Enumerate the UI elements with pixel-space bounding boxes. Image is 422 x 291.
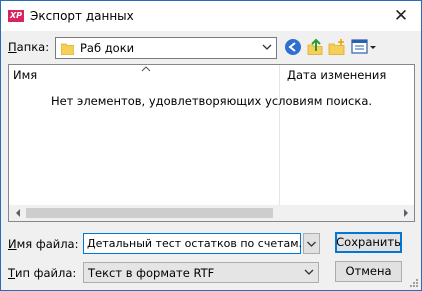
empty-list-message: Нет элементов, удовлетворяющих условиям … bbox=[50, 94, 373, 108]
close-button[interactable]: ✕ bbox=[381, 1, 421, 31]
back-arrow-icon[interactable] bbox=[284, 38, 302, 56]
scrollbar-thumb[interactable] bbox=[26, 208, 273, 218]
file-list[interactable]: Имя Дата изменения Нет элементов, удовле… bbox=[8, 64, 415, 222]
title-bar: XP Экспорт данных ✕ bbox=[1, 1, 421, 31]
folder-icon bbox=[61, 43, 74, 55]
chevron-down-icon bbox=[307, 241, 316, 247]
scroll-left-icon[interactable] bbox=[13, 208, 23, 218]
sort-ascending-icon bbox=[141, 66, 151, 72]
resize-grip-icon[interactable] bbox=[410, 279, 418, 287]
chevron-down-icon[interactable] bbox=[261, 41, 273, 53]
new-folder-icon[interactable] bbox=[328, 38, 346, 56]
filename-label: Имя файла: bbox=[8, 237, 79, 251]
filetype-label: Тип файла: bbox=[8, 266, 77, 280]
horizontal-scrollbar[interactable] bbox=[9, 205, 414, 221]
export-dialog: XP Экспорт данных ✕ Папка: Раб доки Имя bbox=[0, 0, 422, 291]
filetype-select[interactable]: Текст в формате RTF bbox=[83, 262, 319, 283]
folder-label: Папка: bbox=[8, 40, 50, 54]
chevron-down-icon bbox=[304, 269, 314, 275]
view-menu-icon[interactable] bbox=[351, 38, 377, 56]
folder-value: Раб доки bbox=[80, 41, 135, 55]
filename-history-button[interactable] bbox=[303, 233, 320, 254]
column-header-date[interactable]: Дата изменения bbox=[287, 65, 386, 85]
filename-value: Детальный тест остатков по счетам.rtf bbox=[87, 237, 315, 250]
app-logo-icon: XP bbox=[8, 10, 24, 22]
filetype-value: Текст в формате RTF bbox=[88, 266, 215, 280]
folder-select[interactable]: Раб доки bbox=[55, 37, 277, 59]
cancel-button[interactable]: Отмена bbox=[335, 261, 402, 282]
scroll-right-icon[interactable] bbox=[401, 208, 411, 218]
filename-input[interactable]: Детальный тест остатков по счетам.rtf bbox=[83, 233, 315, 254]
up-folder-icon[interactable] bbox=[306, 38, 324, 56]
dialog-title: Экспорт данных bbox=[30, 9, 134, 23]
save-button[interactable]: Сохранить bbox=[335, 232, 402, 253]
column-divider bbox=[279, 65, 280, 205]
column-header-name[interactable]: Имя bbox=[13, 65, 37, 85]
